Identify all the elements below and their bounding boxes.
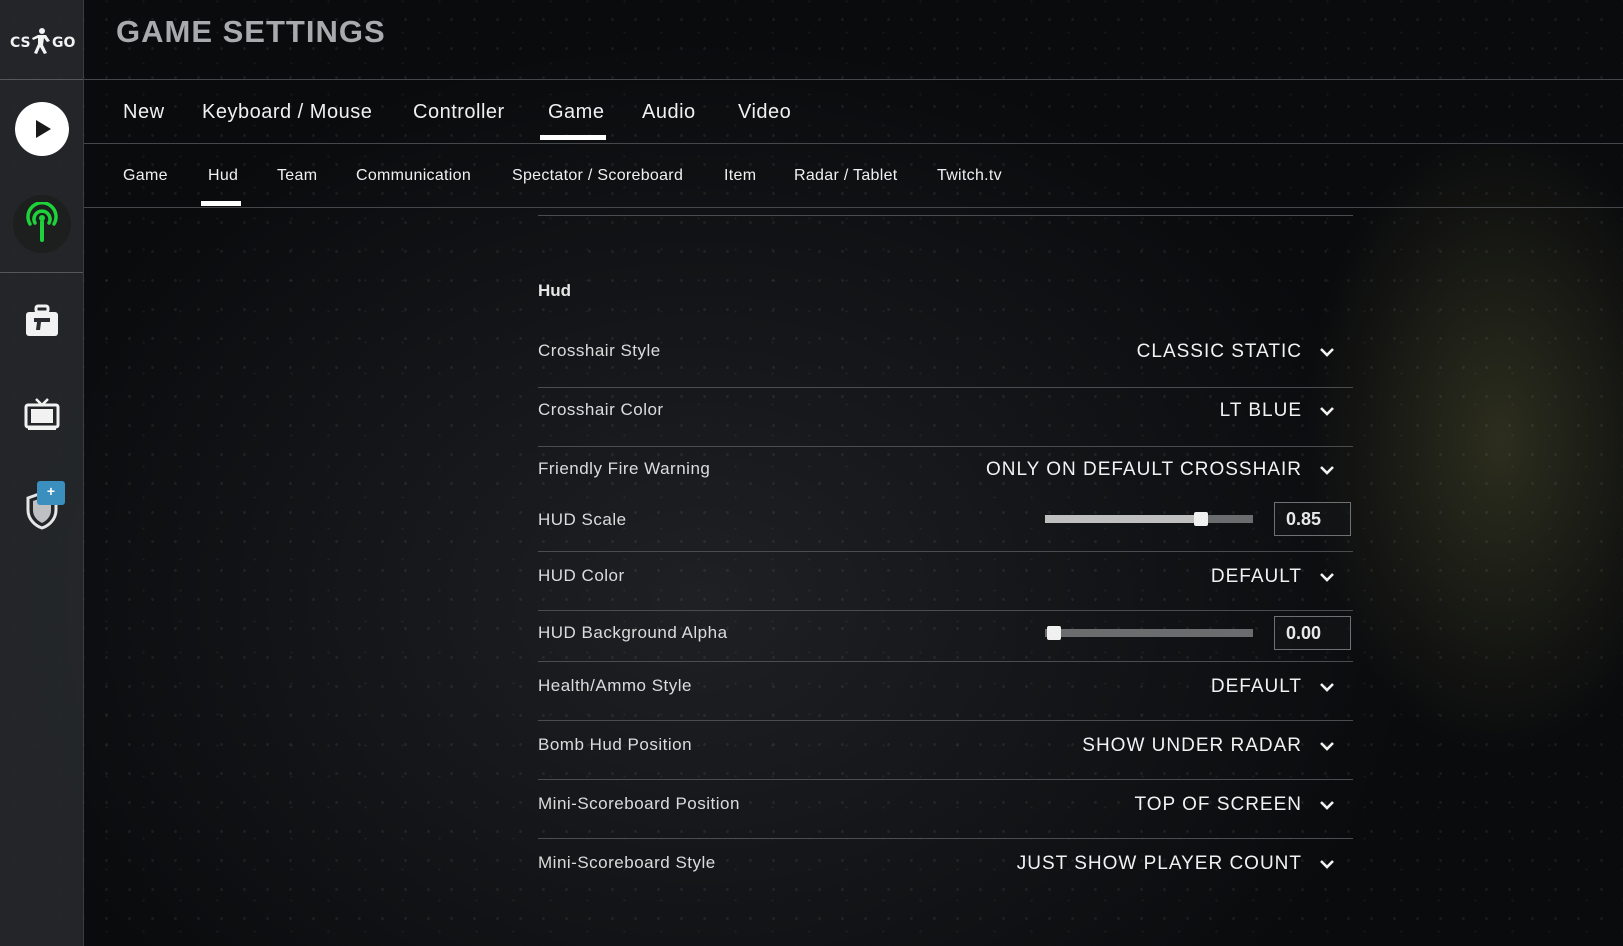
setting-row-crosshair-color: Crosshair Color LT BLUE <box>538 388 1353 447</box>
dropdown-value: LT BLUE <box>1219 400 1302 421</box>
play-icon <box>14 102 69 156</box>
sidebar: CS GO + <box>0 0 84 946</box>
setting-label: Crosshair Color <box>538 400 664 419</box>
section-title: Hud <box>538 281 572 300</box>
hud-color-dropdown[interactable]: DEFAULT <box>1211 566 1335 588</box>
tab-audio[interactable]: Audio <box>642 101 696 124</box>
hud-background-alpha-value-input[interactable]: 0.00 <box>1274 616 1351 650</box>
setting-row-hud-scale: HUD Scale 0.85 <box>538 499 1353 552</box>
setting-label: Friendly Fire Warning <box>538 459 711 478</box>
active-subtab-indicator <box>201 201 241 206</box>
setting-label: HUD Scale <box>538 510 627 529</box>
setting-row-health-ammo-style: Health/Ammo Style DEFAULT <box>538 662 1353 721</box>
subtab-twitch-tv[interactable]: Twitch.tv <box>937 167 1002 185</box>
subtab-team[interactable]: Team <box>277 167 317 185</box>
setting-row-mini-scoreboard-position: Mini-Scoreboard Position TOP OF SCREEN <box>538 780 1353 839</box>
tab-new[interactable]: New <box>123 101 165 124</box>
setting-label: Health/Ammo Style <box>538 676 692 695</box>
mini-scoreboard-style-dropdown[interactable]: JUST SHOW PLAYER COUNT <box>1017 853 1335 875</box>
active-tab-indicator <box>540 135 606 140</box>
csgo-logo-icon: CS GO <box>10 27 75 54</box>
subtab-item[interactable]: Item <box>724 167 756 185</box>
antenna-icon <box>12 195 71 253</box>
setting-row-hud-background-alpha: HUD Background Alpha 0.00 <box>538 611 1353 662</box>
chevron-down-icon <box>1320 860 1334 869</box>
subtab-hud[interactable]: Hud <box>208 167 238 185</box>
inventory-button[interactable] <box>0 304 83 338</box>
tv-icon <box>24 398 59 430</box>
chevron-down-icon <box>1320 742 1334 751</box>
dropdown-value: JUST SHOW PLAYER COUNT <box>1016 853 1302 874</box>
chevron-down-icon <box>1320 348 1334 357</box>
page-title: GAME SETTINGS <box>116 14 386 49</box>
setting-row-mini-scoreboard-style: Mini-Scoreboard Style JUST SHOW PLAYER C… <box>538 839 1353 898</box>
setting-row-friendly-fire-warning: Friendly Fire Warning ONLY ON DEFAULT CR… <box>538 447 1353 499</box>
setting-label: Bomb Hud Position <box>538 735 693 754</box>
crosshair-color-dropdown[interactable]: LT BLUE <box>1220 400 1335 422</box>
dropdown-value: SHOW UNDER RADAR <box>1082 735 1302 756</box>
sidebar-divider <box>0 272 83 273</box>
chevron-down-icon <box>1320 801 1334 810</box>
dropdown-value: TOP OF SCREEN <box>1134 794 1302 815</box>
game-settings-screen: CS GO + GAME SETTINGS New Keyboard / Mou… <box>0 0 1623 946</box>
notification-badge[interactable]: + <box>37 481 65 505</box>
hud-scale-slider[interactable] <box>1045 512 1253 526</box>
csgo-logo[interactable]: CS GO <box>0 0 83 80</box>
setting-row-hud-color: HUD Color DEFAULT <box>538 552 1353 611</box>
tab-video[interactable]: Video <box>738 101 791 124</box>
watch-live-button[interactable] <box>0 195 83 253</box>
hud-background-alpha-slider[interactable] <box>1045 626 1253 640</box>
slider-fill <box>1045 515 1201 523</box>
sub-tab-bar: Game Hud Team Communication Spectator / … <box>84 144 1623 208</box>
crosshair-style-dropdown[interactable]: CLASSIC STATIC <box>1137 341 1335 363</box>
mini-scoreboard-position-dropdown[interactable]: TOP OF SCREEN <box>1135 794 1336 816</box>
tab-game[interactable]: Game <box>548 101 604 124</box>
dropdown-value: DEFAULT <box>1210 566 1302 587</box>
setting-label: HUD Background Alpha <box>538 623 728 642</box>
briefcase-gun-icon <box>25 304 58 336</box>
panel-divider <box>538 215 1353 216</box>
bomb-hud-position-dropdown[interactable]: SHOW UNDER RADAR <box>1082 735 1335 757</box>
health-ammo-style-dropdown[interactable]: DEFAULT <box>1211 676 1335 698</box>
setting-row-crosshair-style: Crosshair Style CLASSIC STATIC <box>538 329 1353 388</box>
setting-label: Mini-Scoreboard Position <box>538 794 740 813</box>
chevron-down-icon <box>1320 573 1334 582</box>
slider-thumb[interactable] <box>1194 512 1208 526</box>
slider-thumb[interactable] <box>1047 626 1061 640</box>
chevron-down-icon <box>1320 466 1334 475</box>
setting-label: HUD Color <box>538 566 625 585</box>
play-button[interactable] <box>0 102 83 156</box>
tab-controller[interactable]: Controller <box>413 101 505 124</box>
chevron-down-icon <box>1320 683 1334 692</box>
header: GAME SETTINGS <box>84 0 1623 80</box>
subtab-communication[interactable]: Communication <box>356 167 471 185</box>
setting-row-bomb-hud-position: Bomb Hud Position SHOW UNDER RADAR <box>538 721 1353 780</box>
tab-keyboard-mouse[interactable]: Keyboard / Mouse <box>202 101 372 124</box>
dropdown-value: ONLY ON DEFAULT CROSSHAIR <box>985 459 1302 480</box>
main-tab-bar: New Keyboard / Mouse Controller Game Aud… <box>84 80 1623 144</box>
dropdown-value: DEFAULT <box>1210 676 1302 697</box>
svg-text:CS: CS <box>10 35 31 51</box>
svg-text:GO: GO <box>52 35 75 51</box>
subtab-radar-tablet[interactable]: Radar / Tablet <box>794 167 898 185</box>
chevron-down-icon <box>1320 407 1334 416</box>
hud-scale-value-input[interactable]: 0.85 <box>1274 502 1351 536</box>
friendly-fire-warning-dropdown[interactable]: ONLY ON DEFAULT CROSSHAIR <box>986 459 1335 481</box>
subtab-game[interactable]: Game <box>123 167 168 185</box>
setting-label: Crosshair Style <box>538 341 661 360</box>
dropdown-value: CLASSIC STATIC <box>1136 341 1302 362</box>
watch-button[interactable] <box>0 397 83 431</box>
setting-label: Mini-Scoreboard Style <box>538 853 716 872</box>
subtab-spectator-scoreboard[interactable]: Spectator / Scoreboard <box>512 167 683 185</box>
